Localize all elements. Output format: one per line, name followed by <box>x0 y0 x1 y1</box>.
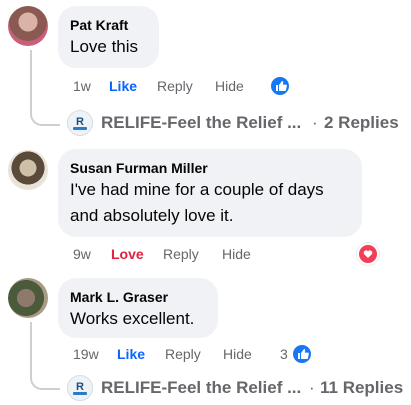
comment-author[interactable]: Pat Kraft <box>70 16 147 34</box>
replies-page-name[interactable]: RELIFE-Feel the Relief ... <box>101 378 301 398</box>
like-icon[interactable] <box>269 75 291 97</box>
comment-time[interactable]: 1w <box>73 78 91 94</box>
separator-dot: · <box>312 113 318 132</box>
avatar-pat-kraft[interactable] <box>8 6 48 46</box>
comment-time[interactable]: 19w <box>73 346 99 362</box>
avatar-mark-l-graser[interactable] <box>8 278 48 318</box>
comment-author[interactable]: Susan Furman Miller <box>70 159 350 177</box>
hide-button[interactable]: Hide <box>222 246 251 262</box>
view-replies-link[interactable]: 2 Replies <box>324 113 399 133</box>
like-icon[interactable] <box>291 343 313 365</box>
comment-author[interactable]: Mark L. Graser <box>70 288 206 306</box>
comment-time[interactable]: 9w <box>73 246 91 262</box>
relife-page-avatar[interactable]: R <box>67 375 93 401</box>
comment-text: Works excellent. <box>70 309 195 328</box>
svg-text:R: R <box>76 116 84 128</box>
comment-bubble: Susan Furman Miller I've had mine for a … <box>58 149 362 237</box>
hide-button[interactable]: Hide <box>215 78 244 94</box>
replies-page-name[interactable]: RELIFE-Feel the Relief ... <box>101 113 301 133</box>
comment-actions: 19w Like Reply Hide <box>73 346 293 364</box>
reply-thread-line <box>30 322 60 390</box>
avatar-susan-furman-miller[interactable] <box>8 150 48 190</box>
reply-button[interactable]: Reply <box>163 246 199 262</box>
comment-actions: 1w Like Reply Hide <box>73 78 273 96</box>
comment-bubble: Mark L. Graser Works excellent. <box>58 278 218 338</box>
reaction-count[interactable]: 3 <box>280 346 288 362</box>
comment-actions: 9w Love Reply Hide <box>73 246 273 264</box>
love-icon[interactable] <box>357 243 379 265</box>
view-replies-link[interactable]: 11 Replies <box>320 378 403 398</box>
like-button[interactable]: Like <box>109 78 137 94</box>
separator-dot: · <box>309 378 315 397</box>
reply-button[interactable]: Reply <box>165 346 201 362</box>
comment-text: Love this <box>70 37 139 56</box>
reply-button[interactable]: Reply <box>157 78 193 94</box>
like-button[interactable]: Like <box>117 346 145 362</box>
relife-page-avatar[interactable]: R <box>67 110 93 136</box>
comment-text: I've had mine for a couple of days and a… <box>70 180 324 225</box>
hide-button[interactable]: Hide <box>223 346 252 362</box>
love-button[interactable]: Love <box>111 246 144 262</box>
svg-text:R: R <box>76 381 84 393</box>
reply-thread-line <box>30 50 60 126</box>
comment-bubble: Pat Kraft Love this <box>58 6 159 68</box>
